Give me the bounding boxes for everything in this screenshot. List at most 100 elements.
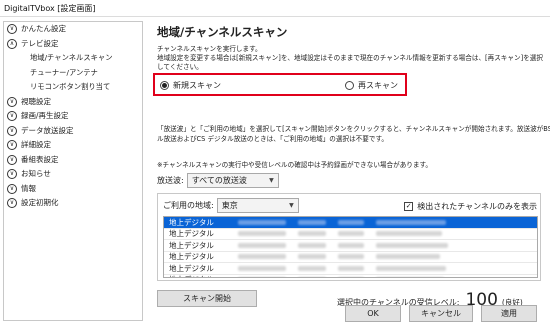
redacted-text	[376, 231, 442, 237]
description: チャンネルスキャンを実行します。 地域設定を変更する場合は[新規スキャン]を、地…	[157, 45, 543, 72]
sidebar-item-reset[interactable]: ∨ 設定初期化	[4, 196, 142, 211]
ok-button[interactable]: OK	[345, 305, 401, 322]
redacted-text	[238, 219, 286, 225]
redacted-text	[338, 254, 364, 260]
sidebar-item-epg[interactable]: ∨ 番組表設定	[4, 153, 142, 168]
chevron-down-icon: ∨	[7, 169, 17, 180]
sidebar-item-label: テレビ設定	[21, 38, 59, 48]
description-line: 地域設定を変更する場合は[新規スキャン]を、地域設定はそのままで現在のチャンネル…	[157, 54, 543, 62]
recording-warning: ※チャンネルスキャンの実行中や受信レベルの確認中は予約録画ができない場合がありま…	[157, 161, 433, 169]
area-label: ご利用の地域:	[163, 201, 214, 210]
redacted-text	[376, 242, 448, 248]
channel-type: 地上デジタル	[169, 263, 214, 273]
redacted-text	[376, 277, 444, 278]
channel-type: 地上デジタル	[169, 217, 214, 227]
radio-checked-icon	[160, 81, 169, 90]
cancel-button[interactable]: キャンセル	[409, 305, 473, 322]
redacted-text	[338, 277, 364, 278]
chevron-down-icon: ∨	[7, 24, 17, 35]
sidebar-item-label: 詳細設定	[21, 140, 51, 149]
sidebar-item-label: 視聴設定	[21, 96, 51, 106]
redacted-text	[298, 277, 326, 278]
scan-start-button[interactable]: スキャン開始	[157, 290, 257, 307]
broadcast-label: 放送波:	[157, 176, 184, 185]
channel-type: 地上デジタル	[164, 274, 238, 277]
instructions-line: ル放送およびCS デジタル放送のときは、「ご利用の地域」の選択は不要です。	[157, 135, 388, 143]
redacted-text	[338, 265, 364, 271]
sidebar-subitem-tuner-antenna[interactable]: チューナー/アンテナ	[4, 66, 142, 81]
sidebar-item-label: 設定初期化	[21, 198, 59, 207]
sidebar-subitem-remote-buttons[interactable]: リモコンボタン割り当て	[4, 80, 142, 95]
redacted-text	[238, 265, 286, 271]
list-item[interactable]: 地上デジタル	[164, 240, 537, 252]
channel-type: 地上デジタル	[169, 252, 214, 262]
chevron-down-icon: ∨	[7, 111, 17, 122]
sidebar-item-notices[interactable]: ∨ お知らせ	[4, 167, 142, 182]
sidebar-item-label: データ放送設定	[21, 125, 74, 135]
rescan-label: 再スキャン	[358, 81, 398, 90]
redacted-text	[298, 254, 326, 260]
channel-panel: ご利用の地域: 東京 ▼ ✓ 検出されたチャンネルのみを表示 地上デジタル 地上…	[157, 193, 541, 281]
only-detected-checkbox[interactable]: ✓ 検出されたチャンネルのみを表示	[404, 201, 537, 212]
chevron-down-icon: ▼	[269, 177, 274, 184]
radio-unchecked-icon	[345, 81, 354, 90]
instructions-line: 「放送波」と「ご利用の地域」を選択して[スキャン開始]ボタンをクリックすると、チ…	[157, 125, 550, 133]
chevron-down-icon: ∨	[7, 140, 17, 151]
list-item[interactable]: 地上デジタル	[164, 229, 537, 240]
window-title: DigitalTVbox [設定画面]	[0, 0, 550, 17]
list-item[interactable]: 地上デジタル	[164, 252, 537, 263]
sidebar-item-data-broadcast[interactable]: ∨ データ放送設定	[4, 124, 142, 139]
broadcast-select[interactable]: すべての放送波 ▼	[186, 173, 279, 188]
area-row: ご利用の地域: 東京 ▼	[163, 198, 299, 213]
sidebar-item-label: 情報	[21, 183, 36, 193]
chevron-down-icon: ∨	[7, 96, 17, 107]
chevron-down-icon: ∨	[7, 125, 17, 136]
chevron-down-icon: ∨	[7, 154, 17, 165]
list-item[interactable]: 地上デジタル	[164, 263, 537, 275]
chevron-up-icon: ∧	[7, 38, 17, 49]
description-line: チャンネルスキャンを実行します。	[157, 45, 262, 53]
description-line: してください。	[157, 63, 203, 71]
redacted-text	[376, 254, 440, 260]
apply-button[interactable]: 適用	[481, 305, 537, 322]
main-panel: 地域/チャンネルスキャン チャンネルスキャンを実行します。 地域設定を変更する場…	[150, 21, 550, 324]
redacted-text	[238, 242, 286, 248]
broadcast-value: すべての放送波	[191, 176, 247, 185]
chevron-down-icon: ∨	[7, 198, 17, 209]
checkbox-checked-icon: ✓	[404, 202, 414, 211]
sidebar-item-easy-setup[interactable]: ∨ かんたん設定	[4, 22, 142, 37]
list-item[interactable]: 地上デジタル	[164, 274, 537, 278]
chevron-down-icon: ∨	[7, 183, 17, 194]
sidebar-item-tv-settings[interactable]: ∧ テレビ設定	[4, 37, 142, 52]
new-scan-label: 新規スキャン	[173, 81, 221, 90]
area-select[interactable]: 東京 ▼	[216, 198, 299, 213]
area-value: 東京	[221, 201, 238, 210]
page-title: 地域/チャンネルスキャン	[157, 25, 288, 39]
scan-mode-highlight: 新規スキャン 再スキャン	[153, 73, 407, 96]
new-scan-radio[interactable]: 新規スキャン	[160, 80, 221, 91]
sidebar-item-viewing[interactable]: ∨ 視聴設定	[4, 95, 142, 110]
redacted-text	[376, 265, 446, 271]
chevron-down-icon: ▼	[289, 202, 294, 209]
redacted-text	[298, 231, 326, 237]
sidebar-item-advanced[interactable]: ∨ 詳細設定	[4, 138, 142, 153]
broadcast-row: 放送波: すべての放送波 ▼	[157, 173, 279, 188]
sidebar-subitem-channel-scan[interactable]: 地域/チャンネルスキャン	[4, 51, 142, 66]
sidebar-item-info[interactable]: ∨ 情報	[4, 182, 142, 197]
sidebar-item-recording[interactable]: ∨ 録画/再生設定	[4, 109, 142, 124]
redacted-text	[238, 254, 286, 260]
list-item[interactable]: 地上デジタル	[164, 217, 537, 229]
channel-list[interactable]: 地上デジタル 地上デジタル 地上デジタル 地上デジタル 地上デジタル	[163, 216, 538, 278]
settings-sidebar: ∨ かんたん設定 ∧ テレビ設定 地域/チャンネルスキャン チューナー/アンテナ…	[3, 21, 143, 321]
instructions: 「放送波」と「ご利用の地域」を選択して[スキャン開始]ボタンをクリックすると、チ…	[157, 124, 550, 144]
sidebar-item-label: お知らせ	[21, 169, 51, 178]
rescan-radio[interactable]: 再スキャン	[345, 80, 398, 91]
only-detected-label: 検出されたチャンネルのみを表示	[417, 202, 537, 211]
redacted-text	[338, 231, 364, 237]
redacted-text	[376, 219, 446, 225]
sidebar-item-label: 録画/再生設定	[21, 111, 69, 120]
sidebar-item-label: かんたん設定	[21, 24, 66, 33]
redacted-text	[298, 265, 326, 271]
redacted-text	[298, 242, 326, 248]
redacted-text	[298, 219, 326, 225]
